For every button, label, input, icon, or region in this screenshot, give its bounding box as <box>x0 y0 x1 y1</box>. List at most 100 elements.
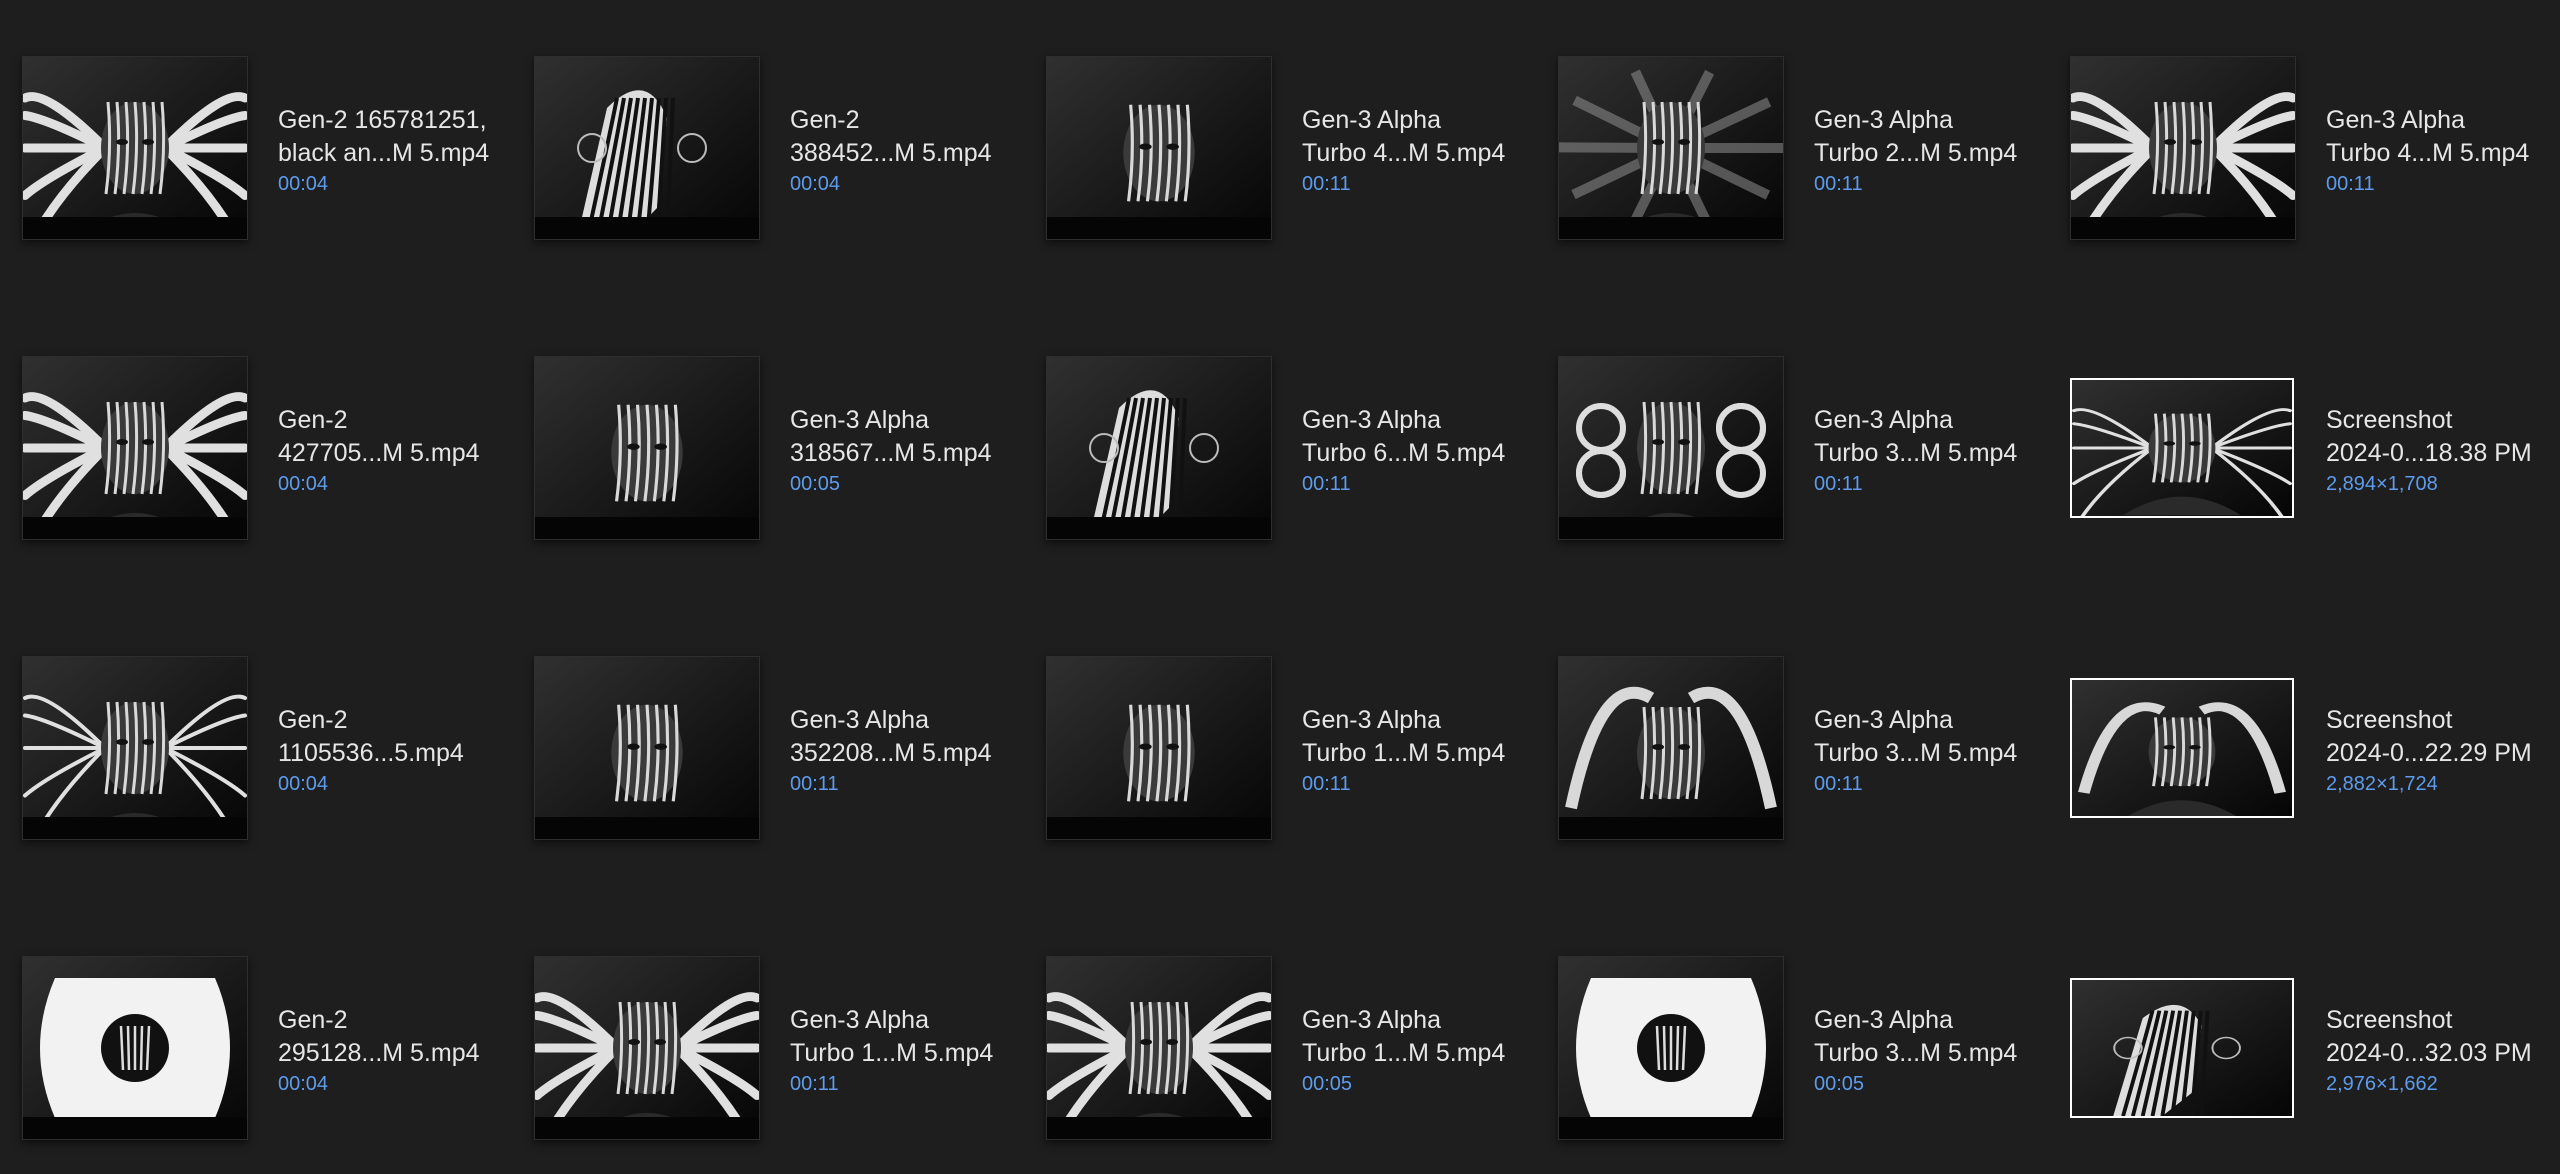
file-name-line-2: Turbo 3...M 5.mp4 <box>1814 439 2018 467</box>
file-name-line-1: Gen-2 <box>278 406 348 434</box>
video-file-item[interactable]: Gen-3 Alpha 352208...M 5.mp4 00:11 <box>512 600 1012 840</box>
file-name-line-2: 2024-0...22.29 PM <box>2326 739 2532 767</box>
video-file-item[interactable]: Gen-2 165781251, black an...M 5.mp4 00:04 <box>0 0 500 240</box>
file-name-line-2: Turbo 1...M 5.mp4 <box>790 1039 994 1067</box>
file-meta: Gen-3 Alpha Turbo 4...M 5.mp4 00:11 <box>2326 104 2556 198</box>
file-name-line-1: Gen-3 Alpha <box>1302 1006 1441 1034</box>
video-file-item[interactable]: Gen-3 Alpha Turbo 3...M 5.mp4 00:05 <box>1536 900 2036 1140</box>
file-name-line-1: Gen-2 165781251, <box>278 106 487 134</box>
file-thumbnail[interactable] <box>1046 956 1272 1140</box>
file-thumbnail[interactable] <box>534 356 760 540</box>
video-file-item[interactable]: Gen-2 388452...M 5.mp4 00:04 <box>512 0 1012 240</box>
file-name-line-1: Gen-3 Alpha <box>1302 406 1441 434</box>
video-file-item[interactable]: Gen-3 Alpha Turbo 4...M 5.mp4 00:11 <box>1024 0 1524 240</box>
file-thumbnail[interactable] <box>2070 956 2294 1138</box>
image-file-item[interactable]: Screenshot 2024-0...22.29 PM 2,882×1,724 <box>2048 600 2548 838</box>
video-file-item[interactable]: Gen-3 Alpha Turbo 2...M 5.mp4 00:11 <box>1536 0 2036 240</box>
video-duration: 00:05 <box>1814 1073 1865 1095</box>
file-thumbnail[interactable] <box>534 56 760 240</box>
video-file-item[interactable]: Gen-3 Alpha 318567...M 5.mp4 00:05 <box>512 300 1012 540</box>
video-duration: 00:11 <box>1302 473 1351 495</box>
video-file-item[interactable]: Gen-2 427705...M 5.mp4 00:04 <box>0 300 500 540</box>
file-name-line-1: Gen-3 Alpha <box>1814 1006 1953 1034</box>
file-name-line-2: Turbo 6...M 5.mp4 <box>1302 439 1506 467</box>
file-name-line-1: Gen-2 <box>278 1006 348 1034</box>
file-name-line-1: Screenshot <box>2326 406 2453 434</box>
video-file-item[interactable]: Gen-2 295128...M 5.mp4 00:04 <box>0 900 500 1140</box>
file-thumbnail[interactable] <box>534 956 760 1140</box>
video-duration: 00:05 <box>1302 1073 1353 1095</box>
file-name-line-2: 2024-0...18.38 PM <box>2326 439 2532 467</box>
video-duration: 00:04 <box>278 173 329 195</box>
file-meta: Screenshot 2024-0...32.03 PM 2,976×1,662 <box>2326 1004 2556 1098</box>
file-name-line-2: 2024-0...32.03 PM <box>2326 1039 2532 1067</box>
file-name-line-1: Gen-3 Alpha <box>2326 106 2465 134</box>
file-name-line-2: 388452...M 5.mp4 <box>790 139 992 167</box>
video-file-item[interactable]: Gen-3 Alpha Turbo 1...M 5.mp4 00:11 <box>512 900 1012 1140</box>
image-dimensions: 2,976×1,662 <box>2326 1073 2438 1095</box>
file-name-line-2: Turbo 3...M 5.mp4 <box>1814 1039 2018 1067</box>
file-thumbnail[interactable] <box>1046 56 1272 240</box>
file-thumbnail[interactable] <box>1558 356 1784 540</box>
video-duration: 00:04 <box>278 773 329 795</box>
file-thumbnail[interactable] <box>22 956 248 1140</box>
file-thumbnail[interactable] <box>1558 656 1784 840</box>
video-duration: 00:04 <box>278 473 329 495</box>
file-meta: Gen-3 Alpha 318567...M 5.mp4 00:05 <box>790 404 1020 498</box>
file-grid: Gen-2 165781251, black an...M 5.mp4 00:04 G… <box>0 0 2560 1174</box>
file-name-line-1: Gen-3 Alpha <box>1302 706 1441 734</box>
file-meta: Gen-3 Alpha Turbo 1...M 5.mp4 00:05 <box>1302 1004 1532 1098</box>
video-duration: 00:11 <box>1814 773 1863 795</box>
image-file-item[interactable]: Screenshot 2024-0...18.38 PM 2,894×1,708 <box>2048 300 2548 538</box>
file-meta: Gen-2 388452...M 5.mp4 00:04 <box>790 104 1020 198</box>
video-file-item[interactable]: Gen-3 Alpha Turbo 3...M 5.mp4 00:11 <box>1536 600 2036 840</box>
file-thumbnail[interactable] <box>22 56 248 240</box>
file-name-line-1: Screenshot <box>2326 1006 2453 1034</box>
video-duration: 00:11 <box>790 1073 839 1095</box>
video-duration: 00:11 <box>1814 473 1863 495</box>
file-name-line-2: Turbo 3...M 5.mp4 <box>1814 739 2018 767</box>
file-thumbnail[interactable] <box>1046 656 1272 840</box>
file-name-line-1: Gen-2 <box>790 106 860 134</box>
file-meta: Gen-3 Alpha Turbo 1...M 5.mp4 00:11 <box>1302 704 1532 798</box>
file-meta: Gen-3 Alpha Turbo 3...M 5.mp4 00:11 <box>1814 404 2044 498</box>
file-thumbnail[interactable] <box>534 656 760 840</box>
video-file-item[interactable]: Gen-3 Alpha Turbo 1...M 5.mp4 00:11 <box>1024 600 1524 840</box>
video-file-item[interactable]: Gen-3 Alpha Turbo 4...M 5.mp4 00:11 <box>2048 0 2548 240</box>
video-duration: 00:11 <box>1302 173 1351 195</box>
file-name-line-1: Gen-3 Alpha <box>790 706 929 734</box>
file-thumbnail[interactable] <box>2070 356 2294 538</box>
file-name-line-2: 318567...M 5.mp4 <box>790 439 992 467</box>
file-name-line-2: black an...M 5.mp4 <box>278 139 490 167</box>
file-name-line-1: Gen-2 <box>278 706 348 734</box>
video-duration: 00:05 <box>790 473 841 495</box>
file-thumbnail[interactable] <box>22 356 248 540</box>
file-name-line-1: Gen-3 Alpha <box>1814 406 1953 434</box>
file-meta: Gen-3 Alpha Turbo 3...M 5.mp4 00:05 <box>1814 1004 2044 1098</box>
file-name-line-1: Gen-3 Alpha <box>790 1006 929 1034</box>
file-meta: Screenshot 2024-0...22.29 PM 2,882×1,724 <box>2326 704 2556 798</box>
video-file-item[interactable]: Gen-3 Alpha Turbo 3...M 5.mp4 00:11 <box>1536 300 2036 540</box>
file-name-line-2: 427705...M 5.mp4 <box>278 439 480 467</box>
video-duration: 00:04 <box>790 173 841 195</box>
file-meta: Gen-3 Alpha Turbo 1...M 5.mp4 00:11 <box>790 1004 1020 1098</box>
video-file-item[interactable]: Gen-3 Alpha Turbo 6...M 5.mp4 00:11 <box>1024 300 1524 540</box>
file-thumbnail[interactable] <box>1046 356 1272 540</box>
image-dimensions: 2,882×1,724 <box>2326 773 2438 795</box>
file-name-line-2: 352208...M 5.mp4 <box>790 739 992 767</box>
file-thumbnail[interactable] <box>1558 956 1784 1140</box>
file-meta: Gen-3 Alpha Turbo 2...M 5.mp4 00:11 <box>1814 104 2044 198</box>
video-file-item[interactable]: Gen-3 Alpha Turbo 1...M 5.mp4 00:05 <box>1024 900 1524 1140</box>
file-meta: Gen-2 165781251, black an...M 5.mp4 00:04 <box>278 104 508 198</box>
file-thumbnail[interactable] <box>22 656 248 840</box>
image-file-item[interactable]: Screenshot 2024-0...32.03 PM 2,976×1,662 <box>2048 900 2548 1138</box>
video-duration: 00:11 <box>1814 173 1863 195</box>
file-meta: Screenshot 2024-0...18.38 PM 2,894×1,708 <box>2326 404 2556 498</box>
file-thumbnail[interactable] <box>2070 56 2296 240</box>
file-thumbnail[interactable] <box>1558 56 1784 240</box>
file-meta: Gen-3 Alpha Turbo 4...M 5.mp4 00:11 <box>1302 104 1532 198</box>
file-name-line-2: Turbo 4...M 5.mp4 <box>1302 139 1506 167</box>
video-file-item[interactable]: Gen-2 1105536...5.mp4 00:04 <box>0 600 500 840</box>
file-meta: Gen-3 Alpha Turbo 6...M 5.mp4 00:11 <box>1302 404 1532 498</box>
file-thumbnail[interactable] <box>2070 656 2294 838</box>
